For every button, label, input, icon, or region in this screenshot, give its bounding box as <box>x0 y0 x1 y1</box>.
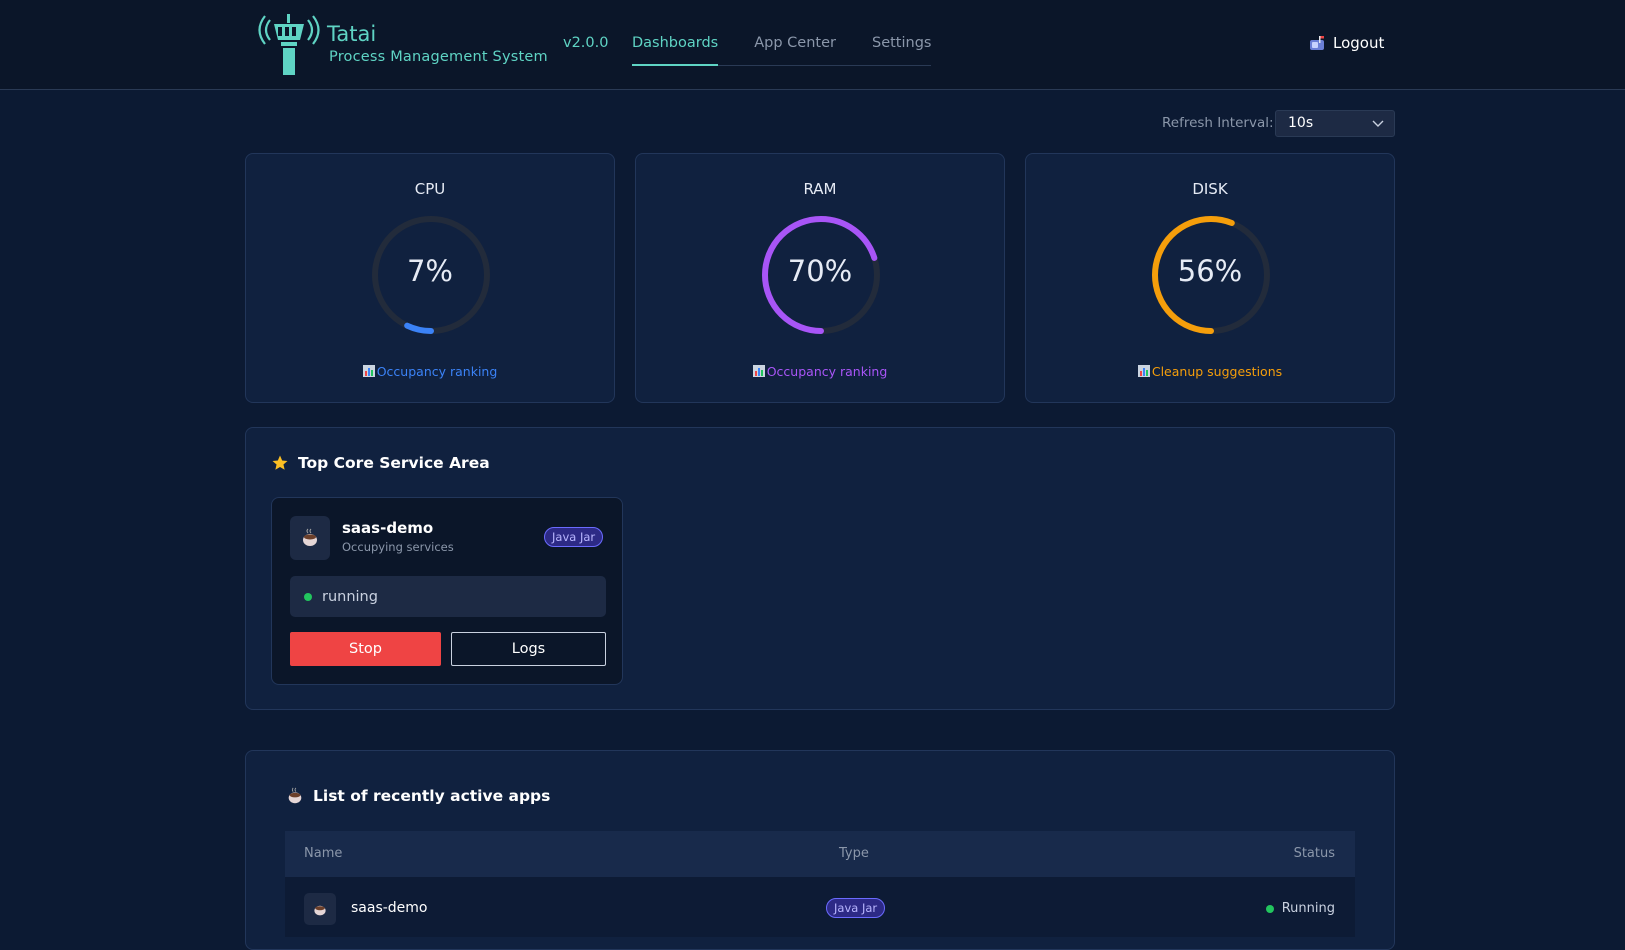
stat-title: RAM <box>803 180 837 198</box>
status-dot <box>304 592 312 601</box>
brand-name: Tatai <box>327 22 377 46</box>
chevron-down-icon <box>1372 120 1384 127</box>
bar-chart-icon <box>362 365 375 377</box>
main-nav: Dashboards App Center Settings <box>632 24 932 66</box>
logout-button[interactable]: Logout <box>1309 34 1384 52</box>
core-area-title-text: Top Core Service Area <box>298 454 490 472</box>
service-card: saas-demo Occupying services Java Jar ru… <box>271 497 623 685</box>
stat-title: DISK <box>1192 180 1228 198</box>
column-header-type: Type <box>839 846 869 861</box>
row-name: saas-demo <box>351 900 428 916</box>
bar-chart-icon <box>1137 365 1150 377</box>
service-name: saas-demo <box>342 519 434 537</box>
mailbox-icon <box>1310 36 1324 50</box>
recent-apps-panel: List of recently active apps Name Type S… <box>245 750 1395 950</box>
recent-apps-title: List of recently active apps <box>286 787 550 805</box>
tab-dashboards[interactable]: Dashboards <box>632 24 719 66</box>
tab-app-center[interactable]: App Center <box>754 24 836 66</box>
row-status: Running <box>1265 901 1335 916</box>
refresh-interval-label: Refresh Interval: <box>1162 115 1274 131</box>
top-header: Tatai Process Management System v2.0.0 D… <box>0 0 1625 90</box>
service-status-text: running <box>322 588 378 605</box>
disk-value: 56% <box>1177 254 1243 288</box>
refresh-interval-value: 10s <box>1288 115 1314 131</box>
ram-card: RAM 70% Occupancy ranking <box>635 153 1005 403</box>
version-label: v2.0.0 <box>563 35 609 51</box>
brand-subtitle: Process Management System <box>329 49 548 65</box>
row-type-badge: Java Jar <box>826 898 886 918</box>
disk-card: DISK 56% Cleanup suggestions <box>1025 153 1395 403</box>
coffee-icon <box>303 528 317 546</box>
cpu-occupancy-ranking-link[interactable]: Occupancy ranking <box>246 364 614 379</box>
bar-chart-icon <box>752 365 765 377</box>
service-type-badge: Java Jar <box>544 527 604 547</box>
status-dot <box>1265 904 1274 913</box>
recent-apps-title-text: List of recently active apps <box>313 787 551 805</box>
cpu-card: CPU 7% Occupancy ranking <box>245 153 615 403</box>
table-row[interactable]: saas-demo Java Jar Running <box>285 877 1355 937</box>
table-header: Name Type Status <box>285 831 1355 877</box>
stat-link-label: Cleanup suggestions <box>1151 364 1283 379</box>
ram-occupancy-ranking-link[interactable]: Occupancy ranking <box>636 364 1004 379</box>
logs-button[interactable]: Logs <box>451 632 606 666</box>
service-subtitle: Occupying services <box>342 540 454 554</box>
core-service-panel: Top Core Service Area saas-demo Occupyin… <box>245 427 1395 710</box>
logout-label: Logout <box>1333 34 1385 52</box>
tab-settings[interactable]: Settings <box>872 24 931 66</box>
core-area-title: Top Core Service Area <box>271 454 490 472</box>
service-status: running <box>290 576 606 617</box>
row-avatar <box>304 893 336 925</box>
column-header-name: Name <box>304 846 343 861</box>
stat-title: CPU <box>414 180 446 198</box>
stat-link-label: Occupancy ranking <box>766 364 888 379</box>
column-header-status: Status <box>1293 846 1335 861</box>
star-icon <box>272 455 288 470</box>
disk-cleanup-suggestions-link[interactable]: Cleanup suggestions <box>1026 364 1394 379</box>
cpu-value: 7% <box>406 254 453 288</box>
stat-link-label: Occupancy ranking <box>376 364 498 379</box>
stop-button[interactable]: Stop <box>290 632 441 666</box>
refresh-interval-select[interactable]: 10s <box>1275 110 1395 137</box>
coffee-icon <box>314 905 326 916</box>
logo-tower-icon <box>258 14 320 75</box>
service-avatar <box>290 516 330 560</box>
ram-value: 70% <box>787 254 853 288</box>
coffee-icon <box>288 787 302 804</box>
row-status-text: Running <box>1281 901 1335 916</box>
